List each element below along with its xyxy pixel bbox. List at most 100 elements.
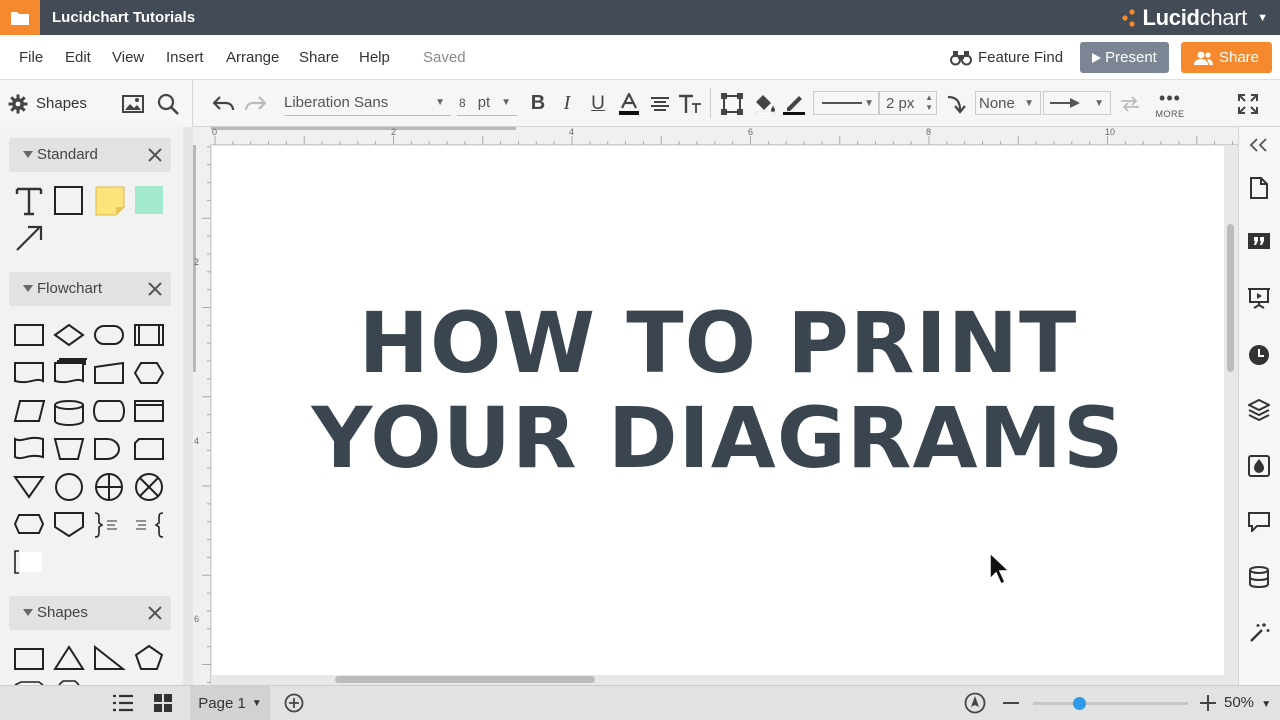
line-color-button[interactable] <box>781 80 807 127</box>
solid-line-icon <box>822 102 862 104</box>
shapes-menu-button[interactable]: Shapes <box>8 80 87 127</box>
shape-options-button[interactable] <box>719 80 745 127</box>
library-header-flowchart[interactable]: Flowchart <box>9 272 171 306</box>
font-family-select[interactable]: Liberation Sans ▼ <box>284 90 451 116</box>
quote-panel-button[interactable] <box>1238 228 1280 258</box>
menu-arrange[interactable]: Arrange <box>226 35 279 80</box>
feature-find-button[interactable]: Feature Find <box>950 35 1063 80</box>
align-text-button[interactable] <box>648 80 672 127</box>
collapse-triangle-icon[interactable] <box>23 609 33 616</box>
search-icon <box>157 93 179 115</box>
folder-icon[interactable] <box>0 0 40 35</box>
chevron-down-icon: ▼ <box>435 97 445 108</box>
line-shape-button[interactable] <box>943 80 969 127</box>
canvas-horizontal-scrollbar[interactable] <box>335 676 595 683</box>
zoom-in-button[interactable] <box>1200 686 1216 720</box>
add-page-button[interactable] <box>284 686 304 720</box>
underline-button[interactable]: U <box>587 80 609 127</box>
ellipsis-icon: ••• <box>1159 87 1181 108</box>
library-header-standard[interactable]: Standard <box>9 138 171 172</box>
arrow-start-select[interactable]: None ▼ <box>975 91 1041 115</box>
redo-button[interactable] <box>241 80 269 127</box>
menu-insert[interactable]: Insert <box>166 35 204 80</box>
clock-icon <box>1249 345 1269 365</box>
flowchart-shape-grid[interactable] <box>10 317 170 577</box>
bold-icon: B <box>530 92 546 114</box>
arrow-line-shape[interactable] <box>14 223 44 253</box>
comment-icon <box>1248 512 1270 532</box>
revision-history-button[interactable] <box>1238 340 1280 370</box>
magic-wand-icon <box>1250 623 1270 642</box>
menu-view[interactable]: View <box>112 35 144 80</box>
navigator-button[interactable] <box>964 686 986 720</box>
page-tab-label: Page 1 <box>198 694 246 712</box>
account-menu-caret-icon[interactable]: ▼ <box>1257 12 1268 24</box>
library-header-shapes[interactable]: Shapes <box>9 596 171 630</box>
line-style-select[interactable]: ▼ <box>813 91 879 115</box>
fill-color-button[interactable] <box>751 80 779 127</box>
data-linking-button[interactable] <box>1238 562 1280 592</box>
library-title: Flowchart <box>37 280 103 297</box>
menu-help[interactable]: Help <box>359 35 390 80</box>
comments-button[interactable] <box>1238 507 1280 537</box>
menu-edit[interactable]: Edit <box>65 35 91 80</box>
collapse-triangle-icon[interactable] <box>23 285 33 292</box>
magic-wand-button[interactable] <box>1238 618 1280 648</box>
close-icon[interactable] <box>147 147 163 163</box>
zoom-slider-thumb[interactable] <box>1073 697 1086 710</box>
search-shapes-button[interactable] <box>157 80 179 127</box>
text-t-icon <box>15 187 43 216</box>
menu-share[interactable]: Share <box>299 35 339 80</box>
filled-block-shape[interactable] <box>135 186 163 214</box>
collapse-triangle-icon[interactable] <box>23 151 33 158</box>
italic-button[interactable]: I <box>557 80 577 127</box>
users-icon <box>1193 51 1213 65</box>
text-color-button[interactable] <box>617 80 641 127</box>
layers-button[interactable] <box>1238 395 1280 425</box>
bold-button[interactable]: B <box>527 80 549 127</box>
menu-file[interactable]: File <box>19 35 43 80</box>
close-icon[interactable] <box>147 605 163 621</box>
text-options-button[interactable] <box>677 80 703 127</box>
headline-line-1: HOW TO PRINT <box>358 294 1078 392</box>
zoom-out-button[interactable] <box>1003 686 1019 720</box>
zoom-slider-track[interactable] <box>1033 702 1188 705</box>
swap-arrows-button[interactable] <box>1118 80 1142 127</box>
rectangle-shape[interactable] <box>54 186 83 215</box>
left-panel-scrollbar[interactable] <box>183 127 193 685</box>
sticky-note-shape[interactable] <box>95 186 125 216</box>
page-grid-button[interactable] <box>153 686 173 720</box>
ruler-label: 6 <box>748 127 754 137</box>
fullscreen-button[interactable] <box>1235 80 1261 127</box>
tab-page-1[interactable]: Page 1 ▼ <box>190 686 270 720</box>
collapse-panel-button[interactable] <box>1238 130 1280 160</box>
plus-icon <box>1200 695 1216 711</box>
present-button[interactable]: Present <box>1080 42 1169 73</box>
text-shape[interactable] <box>14 186 44 216</box>
page-settings-button[interactable] <box>1238 173 1280 203</box>
stepper-arrows-icon[interactable]: ▲ ▼ <box>925 93 933 113</box>
zoom-level-select[interactable]: 50% ▼ <box>1224 685 1271 720</box>
arrow-end-select[interactable]: ▼ <box>1043 91 1111 115</box>
chevron-down-icon[interactable]: ▼ <box>252 698 262 709</box>
theme-colors-button[interactable] <box>1238 451 1280 481</box>
expand-icon <box>1238 93 1258 114</box>
line-width-stepper[interactable]: 2 px ▲ ▼ <box>879 91 937 115</box>
page-list-button[interactable] <box>112 686 134 720</box>
diagonal-arrow-icon <box>16 225 43 251</box>
image-button[interactable] <box>122 80 144 127</box>
basic-shape-grid[interactable] <box>10 641 170 685</box>
gear-icon <box>8 94 28 113</box>
swap-icon <box>1121 95 1139 112</box>
canvas-vertical-scrollbar[interactable] <box>1227 224 1234 372</box>
more-button[interactable]: ••• MORE <box>1151 80 1189 127</box>
share-button[interactable]: Share <box>1181 42 1272 73</box>
diagram-title-text[interactable]: HOW TO PRINT YOUR DIAGRAMS <box>212 296 1224 486</box>
presentation-panel-button[interactable] <box>1238 283 1280 313</box>
mouse-cursor-icon <box>989 551 1011 586</box>
sticky-note-icon <box>95 186 125 216</box>
undo-button[interactable] <box>210 80 238 127</box>
close-icon[interactable] <box>147 281 163 297</box>
document-title[interactable]: Lucidchart Tutorials <box>52 0 195 35</box>
font-size-select[interactable]: 8 pt ▼ <box>457 90 517 116</box>
